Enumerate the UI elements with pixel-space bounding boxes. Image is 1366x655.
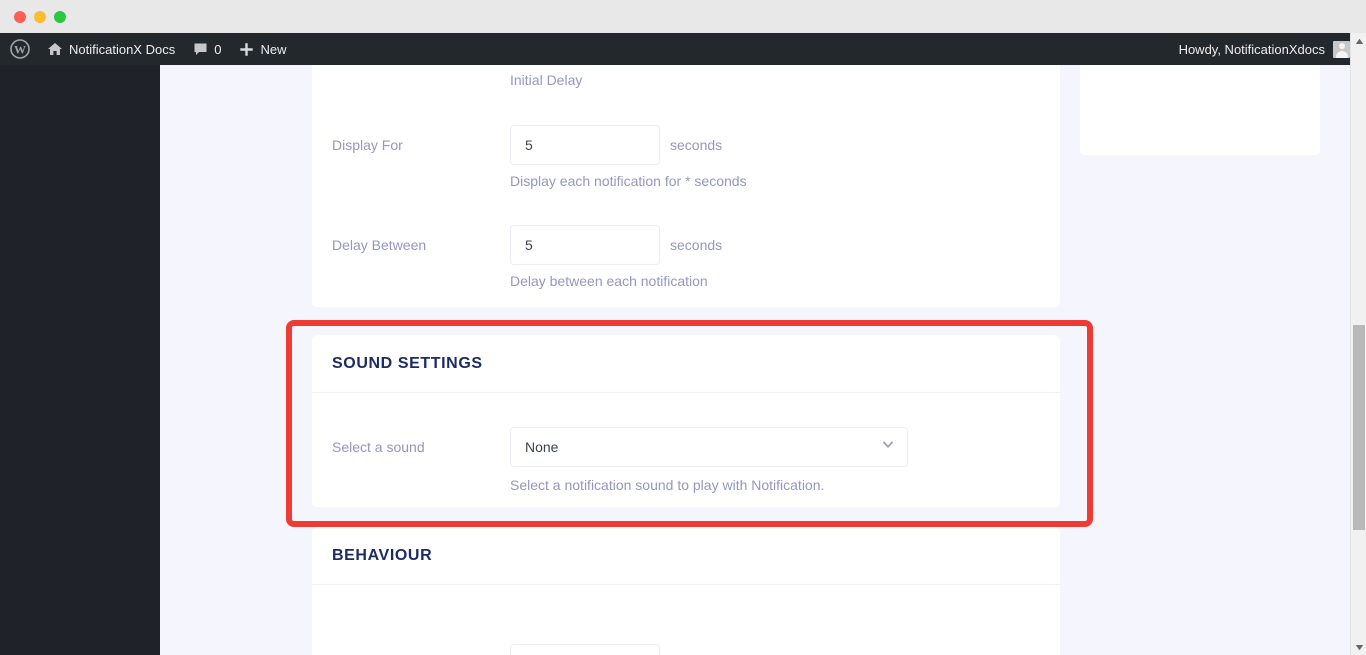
display-for-unit: seconds xyxy=(670,137,723,153)
home-icon xyxy=(47,41,63,57)
scroll-up-arrow-icon[interactable] xyxy=(1351,33,1366,49)
comments-menu[interactable]: 0 xyxy=(184,33,230,65)
behaviour-header: BEHAVIOUR xyxy=(312,527,1060,585)
window-titlebar xyxy=(0,0,1366,33)
sound-settings-card: SOUND SETTINGS Select a sound None Selec… xyxy=(312,335,1060,507)
behaviour-title: BEHAVIOUR xyxy=(332,546,433,564)
display-for-label: Display For xyxy=(332,137,403,153)
avatar xyxy=(1333,40,1350,58)
wordpress-logo-icon: W xyxy=(10,39,30,59)
wordpress-logo-button[interactable]: W xyxy=(0,33,38,65)
maximize-window-button[interactable] xyxy=(54,11,66,23)
comment-bubble-icon xyxy=(193,42,208,57)
comments-count: 0 xyxy=(214,41,222,57)
display-the-last-input[interactable] xyxy=(510,644,660,655)
delay-between-row: Delay Between seconds xyxy=(312,225,722,265)
scroll-down-arrow-icon[interactable] xyxy=(1351,639,1366,655)
initial-delay-help: Initial Delay xyxy=(510,72,583,88)
minimize-window-button[interactable] xyxy=(34,11,46,23)
select-sound-help: Select a notification sound to play with… xyxy=(510,477,825,493)
delay-between-unit: seconds xyxy=(670,237,723,253)
delay-between-label: Delay Between xyxy=(332,237,427,253)
select-sound-wrapper: None xyxy=(510,427,908,467)
select-sound-label: Select a sound xyxy=(332,439,425,455)
display-for-row: Display For seconds xyxy=(312,125,722,165)
close-window-button[interactable] xyxy=(14,11,26,23)
display-the-last-row: Display The Last conversions xyxy=(312,644,745,655)
timing-settings-card: Initial Delay Display For seconds Displa… xyxy=(312,65,1060,307)
display-for-help: Display each notification for * seconds xyxy=(510,173,747,189)
wordpress-admin-bar: W NotificationX Docs 0 New Howdy, Notifi… xyxy=(0,33,1366,65)
delay-between-help: Delay between each notification xyxy=(510,273,708,289)
window-controls xyxy=(14,11,66,23)
site-name-label: NotificationX Docs xyxy=(69,41,176,57)
display-for-input[interactable] xyxy=(510,125,660,165)
select-sound-row: Select a sound None xyxy=(312,427,908,467)
select-sound-dropdown[interactable]: None xyxy=(510,427,908,467)
svg-text:W: W xyxy=(14,43,26,57)
delay-between-input[interactable] xyxy=(510,225,660,265)
account-menu[interactable]: Howdy, NotificationXdocs xyxy=(1179,33,1350,65)
preview-card: Increase Sales in 2020 xyxy=(1080,65,1320,155)
admin-bar-left-group: W NotificationX Docs 0 New xyxy=(0,33,295,65)
howdy-label: Howdy, NotificationXdocs xyxy=(1178,41,1325,57)
new-content-menu[interactable]: New xyxy=(230,33,295,65)
vertical-scrollbar[interactable] xyxy=(1350,33,1366,655)
site-name-menu[interactable]: NotificationX Docs xyxy=(38,33,184,65)
new-content-label: New xyxy=(260,41,287,57)
scrollbar-thumb[interactable] xyxy=(1353,325,1365,530)
admin-sidebar xyxy=(0,65,160,655)
sound-settings-header: SOUND SETTINGS xyxy=(312,335,1060,393)
behaviour-settings-card: BEHAVIOUR Display The Last conversions xyxy=(312,527,1060,655)
page-canvas: Increase Sales in 2020 Initial Delay Dis… xyxy=(160,65,1350,655)
sound-settings-title: SOUND SETTINGS xyxy=(332,354,483,372)
plus-icon xyxy=(239,42,254,57)
